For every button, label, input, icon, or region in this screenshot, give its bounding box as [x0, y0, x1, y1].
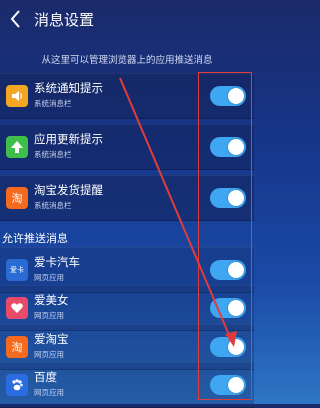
upload-arrow-icon — [6, 136, 28, 158]
section-title: 允许推送消息 — [2, 232, 68, 245]
row-sublabel: 系统消息栏 — [34, 99, 72, 108]
back-arrow-icon[interactable] — [8, 7, 24, 31]
row-sublabel: 系统消息栏 — [34, 150, 72, 159]
row-sublabel: 系统消息栏 — [34, 201, 72, 210]
row-label: 淘宝发货提醒 — [34, 183, 103, 197]
row-sublabel: 网页应用 — [34, 388, 64, 397]
header-bar: 消息设置 — [0, 0, 254, 40]
row-sublabel: 网页应用 — [34, 350, 64, 359]
xcar-icon: 爱卡 — [6, 259, 28, 281]
description-text: 从这里可以管理浏览器上的应用推送消息 — [41, 55, 213, 66]
annotation-highlight-box — [198, 72, 252, 400]
taobao-icon: 淘 — [6, 336, 28, 358]
row-sublabel: 网页应用 — [34, 311, 64, 320]
speaker-icon — [6, 85, 28, 107]
taobao-icon: 淘 — [6, 187, 28, 209]
row-label: 百度 — [34, 370, 57, 384]
row-label: 应用更新提示 — [34, 132, 103, 146]
row-label: 系统通知提示 — [34, 81, 103, 95]
row-label: 爱卡汽车 — [34, 255, 80, 269]
heart-icon — [6, 297, 28, 319]
row-sublabel: 网页应用 — [34, 273, 64, 282]
row-label: 爱美女 — [34, 293, 69, 307]
baidu-paw-icon — [6, 374, 28, 396]
row-label: 爱淘宝 — [34, 332, 69, 346]
page-title: 消息设置 — [34, 11, 95, 29]
